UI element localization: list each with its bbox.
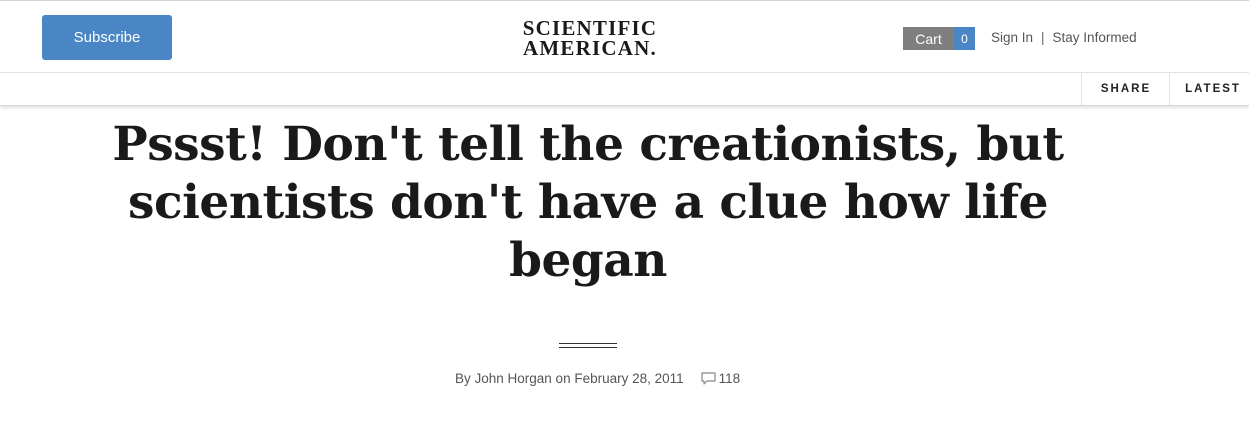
logo-line-1: SCIENTIFIC — [522, 16, 658, 40]
title-divider — [559, 343, 617, 348]
sign-in-link[interactable]: Sign In — [991, 30, 1033, 45]
comments-link[interactable]: 118 — [701, 371, 741, 386]
comment-count: 118 — [718, 371, 741, 386]
top-border — [0, 0, 1249, 1]
cart-count-badge: 0 — [954, 27, 975, 50]
speech-bubble-icon — [701, 372, 716, 385]
link-separator: | — [1041, 30, 1045, 45]
article-title: Pssst! Don't tell the creationists, but … — [112, 117, 1064, 288]
article-nav-bar: SHARE LATEST — [0, 72, 1249, 106]
latest-button[interactable]: LATEST — [1169, 73, 1249, 105]
stay-informed-link[interactable]: Stay Informed — [1053, 30, 1137, 45]
site-logo[interactable]: SCIENTIFIC AMERICAN. — [520, 16, 660, 60]
article-byline: By John Horgan on February 28, 2011 118 — [455, 371, 740, 386]
account-links: Sign In | Stay Informed — [991, 30, 1137, 45]
byline-text: By John Horgan on February 28, 2011 — [455, 371, 684, 386]
cart-button[interactable]: Cart 0 — [903, 27, 975, 50]
cart-label: Cart — [903, 27, 954, 50]
subscribe-button[interactable]: Subscribe — [42, 15, 172, 60]
share-button[interactable]: SHARE — [1081, 73, 1170, 105]
logo-line-2: AMERICAN. — [523, 36, 657, 60]
